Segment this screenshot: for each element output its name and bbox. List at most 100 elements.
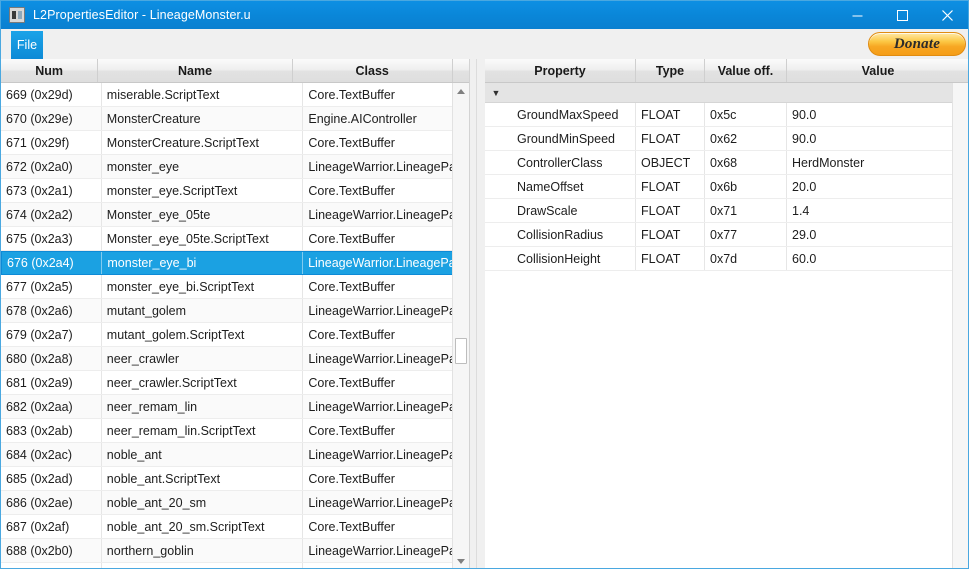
cell-name: neer_remam_lin [102, 395, 304, 418]
table-row[interactable]: 684 (0x2ac) noble_ant LineageWarrior.Linea… [1, 443, 469, 467]
table-row[interactable]: 679 (0x2a7) mutant_golem.ScriptText Core.T… [1, 323, 469, 347]
cell-name: monster_eye_bi.ScriptText [102, 275, 304, 298]
column-header-value[interactable]: Value [787, 59, 968, 82]
table-row[interactable]: 687 (0x2af) noble_ant_20_sm.ScriptText Cor… [1, 515, 469, 539]
chevron-down-icon[interactable]: ▼ [485, 83, 507, 102]
cell-type: FLOAT [636, 175, 705, 198]
property-rows-container: GroundMaxSpeed FLOAT 0x5c 90.0 GroundMinSpee… [485, 103, 968, 271]
cell-value: 29.0 [792, 227, 817, 242]
property-row[interactable]: CollisionRadius FLOAT 0x77 29.0 [485, 223, 968, 247]
property-row[interactable]: CollisionHeight FLOAT 0x7d 60.0 [485, 247, 968, 271]
property-row[interactable]: NameOffset FLOAT 0x6b 20.0 [485, 175, 968, 199]
cell-class: Core.TextBuffer [308, 375, 395, 390]
cell-num: 679 (0x2a7) [1, 323, 102, 346]
splitter-line [476, 59, 477, 568]
table-row[interactable]: 671 (0x29f) MonsterCreature.ScriptText Cor… [1, 131, 469, 155]
minimize-button[interactable] [835, 1, 880, 29]
property-group-filler [507, 83, 968, 102]
tab-file-label: File [16, 38, 38, 52]
cell-num: 674 (0x2a2) [1, 203, 102, 226]
cell-num: 680 (0x2a8) [1, 347, 102, 370]
cell-class: Engine.AIController [308, 111, 417, 126]
cell-class: LineageWarrior.LineagePawn [308, 256, 469, 270]
cell-class: LineageWarrior.LineagePawn [308, 351, 469, 366]
table-row[interactable]: 669 (0x29d) miserable.ScriptText Core.Text… [1, 83, 469, 107]
object-grid-scrollbar[interactable] [452, 83, 469, 568]
cell-offset: 0x5c [705, 103, 787, 126]
cell-num: 673 (0x2a1) [1, 179, 102, 202]
property-group-header[interactable]: ▼ [485, 83, 968, 103]
table-row[interactable]: 674 (0x2a2) Monster_eye_05te LineageWarrio… [1, 203, 469, 227]
pane-splitter[interactable] [470, 59, 485, 568]
object-grid-body[interactable]: 669 (0x29d) miserable.ScriptText Core.Text… [1, 83, 469, 568]
cell-num: 677 (0x2a5) [1, 275, 102, 298]
cell-offset: 0x68 [705, 151, 787, 174]
property-row[interactable]: DrawScale FLOAT 0x71 1.4 [485, 199, 968, 223]
cell-type: FLOAT [636, 103, 705, 126]
cell-name: northern_goblin.ScriptText [102, 563, 304, 568]
property-row[interactable]: GroundMinSpeed FLOAT 0x62 90.0 [485, 127, 968, 151]
table-row[interactable]: 682 (0x2aa) neer_remam_lin LineageWarrior.… [1, 395, 469, 419]
table-row[interactable]: 673 (0x2a1) monster_eye.ScriptText Core.Te… [1, 179, 469, 203]
tab-file[interactable]: File [11, 31, 43, 59]
cell-type: FLOAT [636, 223, 705, 246]
cell-class: LineageWarrior.LineagePawn [308, 207, 469, 222]
maximize-button[interactable] [880, 1, 925, 29]
cell-num: 683 (0x2ab) [1, 419, 102, 442]
cell-class: Core.TextBuffer [308, 519, 395, 534]
property-grid-body[interactable]: ▼ GroundMaxSpeed FLOAT 0x5c 90.0 GroundMinSp… [485, 83, 968, 568]
cell-num: 686 (0x2ae) [1, 491, 102, 514]
table-row[interactable]: 670 (0x29e) MonsterCreature Engine.AIContr… [1, 107, 469, 131]
table-row[interactable]: 675 (0x2a3) Monster_eye_05te.ScriptText Co… [1, 227, 469, 251]
property-grid-scrollbar[interactable] [952, 83, 968, 568]
property-row[interactable]: GroundMaxSpeed FLOAT 0x5c 90.0 [485, 103, 968, 127]
table-row[interactable]: 689 (0x2b1)northern_goblin.ScriptTextCor… [1, 563, 469, 568]
cell-name: neer_crawler.ScriptText [102, 371, 304, 394]
table-row[interactable]: 680 (0x2a8) neer_crawler LineageWarrior.Li… [1, 347, 469, 371]
table-row[interactable]: 685 (0x2ad) noble_ant.ScriptText Core.Text… [1, 467, 469, 491]
table-row[interactable]: 686 (0x2ae) noble_ant_20_sm LineageWarrior… [1, 491, 469, 515]
column-header-num[interactable]: Num [1, 59, 99, 82]
cell-num: 672 (0x2a0) [1, 155, 102, 178]
cell-type: OBJECT [636, 151, 705, 174]
cell-property: ControllerClass [485, 151, 636, 174]
ribbon-bar: File Donate [1, 29, 968, 59]
scroll-down-icon[interactable] [453, 553, 469, 568]
scrollbar-thumb[interactable] [455, 338, 467, 364]
column-header-property[interactable]: Property [485, 59, 636, 82]
column-header-type[interactable]: Type [636, 59, 705, 82]
cell-property: DrawScale [485, 199, 636, 222]
cell-value: 90.0 [792, 131, 817, 146]
cell-name: monster_eye.ScriptText [102, 179, 304, 202]
cell-value: 20.0 [792, 179, 817, 194]
cell-num: 670 (0x29e) [1, 107, 102, 130]
property-row[interactable]: ControllerClass OBJECT 0x68 HerdMonster [485, 151, 968, 175]
table-row[interactable]: 678 (0x2a6) mutant_golem LineageWarrior.Li… [1, 299, 469, 323]
cell-name: monster_eye_bi [102, 252, 304, 274]
cell-num: 688 (0x2b0) [1, 539, 102, 562]
cell-name: mutant_golem.ScriptText [102, 323, 304, 346]
cell-property: CollisionRadius [485, 223, 636, 246]
column-header-name[interactable]: Name [98, 59, 293, 82]
table-row[interactable]: 672 (0x2a0) monster_eye LineageWarrior.Lin… [1, 155, 469, 179]
column-header-value-off[interactable]: Value off. [705, 59, 787, 82]
table-row[interactable]: 677 (0x2a5) monster_eye_bi.ScriptText Core… [1, 275, 469, 299]
scroll-up-icon[interactable] [453, 83, 469, 100]
table-row[interactable]: 688 (0x2b0) northern_goblin LineageWarrior… [1, 539, 469, 563]
table-row[interactable]: 681 (0x2a9) neer_crawler.ScriptText Core.T… [1, 371, 469, 395]
property-grid-pane: Property Type Value off. Value ▼ GroundM… [485, 59, 968, 568]
close-button[interactable] [925, 1, 968, 29]
cell-class: Core.TextBuffer [308, 183, 395, 198]
donate-button[interactable]: Donate [868, 32, 966, 56]
table-row[interactable]: 683 (0x2ab) neer_remam_lin.ScriptText Core… [1, 419, 469, 443]
cell-name: noble_ant_20_sm.ScriptText [102, 515, 304, 538]
cell-offset: 0x7d [705, 247, 787, 270]
column-header-class[interactable]: Class [293, 59, 453, 82]
cell-num: 684 (0x2ac) [1, 443, 102, 466]
table-row[interactable]: 676 (0x2a4) monster_eye_bi LineageWarrior.… [1, 251, 469, 275]
cell-value: 1.4 [792, 203, 810, 218]
window-title: L2PropertiesEditor - LineageMonster.u [33, 8, 251, 22]
cell-property: GroundMaxSpeed [485, 103, 636, 126]
cell-property: GroundMinSpeed [485, 127, 636, 150]
cell-class: LineageWarrior.LineagePawn [308, 399, 469, 414]
